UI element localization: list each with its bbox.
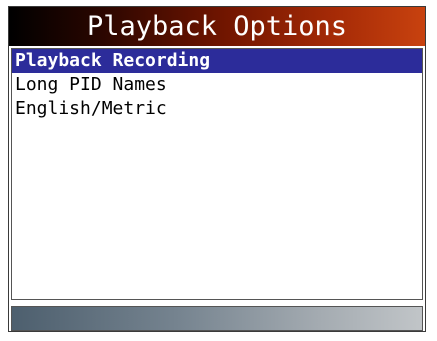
menu-item-playback-recording[interactable]: Playback Recording (12, 49, 422, 73)
device-screen: Playback Options Playback Recording Long… (8, 6, 426, 332)
menu-item-english-metric[interactable]: English/Metric (12, 97, 422, 121)
menu-item-long-pid-names[interactable]: Long PID Names (12, 73, 422, 97)
screen-title: Playback Options (9, 7, 425, 46)
status-bar (11, 306, 423, 331)
options-menu: Playback Recording Long PID Names Englis… (11, 48, 423, 300)
